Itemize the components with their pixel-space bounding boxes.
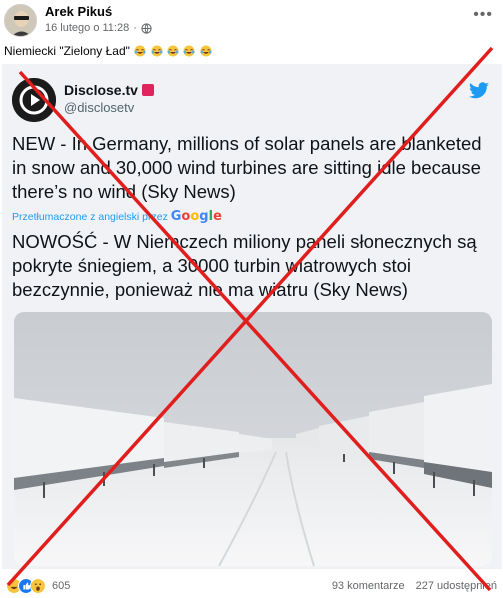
tweet-text-english: NEW - In Germany, millions of solar pane…	[12, 133, 482, 202]
reactions-summary[interactable]: 605	[6, 578, 70, 594]
disclose-tv-logo	[12, 78, 56, 122]
comments-count[interactable]: 93 komentarze	[332, 580, 405, 592]
more-options-icon[interactable]: •••	[473, 6, 493, 24]
post-meta: 16 lutego o 11:28 ·	[45, 22, 152, 34]
tweet-author-name: Disclose.tv	[64, 82, 154, 98]
laughing-emoji-icon	[183, 45, 195, 57]
engagement-counts: 93 komentarze 227 udostępnień	[324, 580, 497, 592]
laughing-emoji-icon	[167, 45, 179, 57]
post-caption-text: Niemiecki "Zielony Ład"	[4, 44, 130, 58]
tweet-text-polish: NOWOŚĆ - W Niemczech miliony paneli słon…	[12, 231, 477, 300]
author-name[interactable]: Arek Pikuś	[45, 4, 112, 19]
post-header: Arek Pikuś 16 lutego o 11:28 · •••	[0, 0, 503, 40]
laughing-emoji-icon	[200, 45, 212, 57]
laughing-emoji-icon	[134, 45, 146, 57]
shared-tweet-image[interactable]: Disclose.tv @disclosetv NEW - In Germany…	[2, 64, 502, 569]
post-caption: Niemiecki "Zielony Ład"	[4, 44, 212, 58]
author-avatar[interactable]	[4, 4, 37, 37]
shares-count[interactable]: 227 udostępnień	[416, 580, 497, 592]
meta-separator: ·	[133, 22, 137, 34]
post-timestamp[interactable]: 16 lutego o 11:28	[45, 22, 129, 34]
translation-attribution[interactable]: Przetłumaczone z angielski przez Google	[12, 209, 222, 224]
wow-reaction-icon	[30, 578, 46, 594]
siren-badge-icon	[141, 84, 154, 96]
reaction-count[interactable]: 605	[52, 580, 70, 592]
translation-label: Przetłumaczone z angielski przez	[12, 211, 168, 223]
google-logo: Google	[170, 209, 222, 224]
snowy-solar-farm-photo	[14, 312, 492, 566]
globe-icon	[141, 22, 152, 34]
laughing-emoji-icon	[151, 45, 163, 57]
tweet-author-label: Disclose.tv	[64, 82, 138, 98]
tweet-author-handle: @disclosetv	[64, 100, 135, 115]
twitter-bird-icon	[469, 82, 489, 99]
